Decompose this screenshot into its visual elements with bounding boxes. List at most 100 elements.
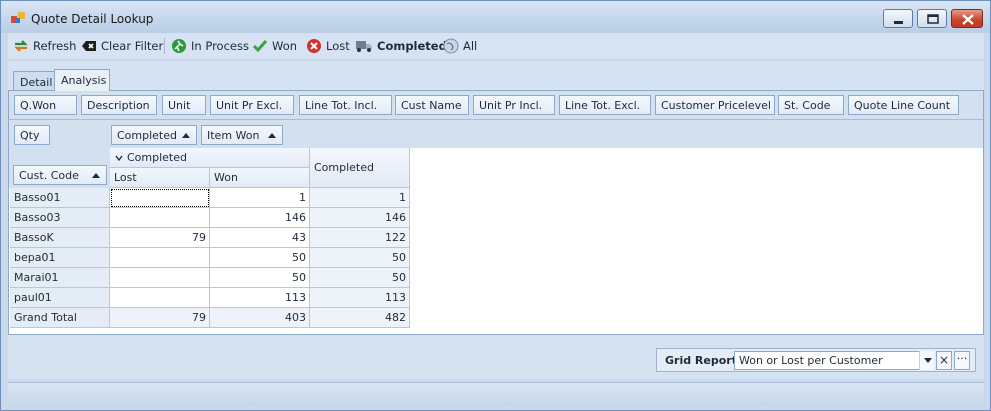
- minimize-button[interactable]: [883, 9, 913, 28]
- cell-basso01-won[interactable]: 1: [210, 188, 310, 208]
- row-header-marai01[interactable]: Marai01: [10, 268, 110, 288]
- in-process-button[interactable]: In Process: [171, 37, 249, 55]
- column-field-item-won[interactable]: Item Won: [201, 125, 283, 145]
- tab-analysis[interactable]: Analysis: [54, 69, 110, 91]
- status-bar: [8, 382, 984, 406]
- filter-field-line-tot-incl[interactable]: Line Tot. Incl.: [299, 95, 392, 115]
- refresh-label: Refresh: [33, 39, 77, 53]
- cell-grand-total-won[interactable]: 403: [210, 308, 310, 328]
- column-group-completed-label: Completed: [127, 151, 187, 164]
- cell-basso01-lost[interactable]: [110, 188, 210, 208]
- column-header-won[interactable]: Won: [210, 168, 310, 188]
- cell-paul01-won[interactable]: 113: [210, 288, 310, 308]
- tab-detail[interactable]: Detail: [13, 71, 55, 91]
- pivot-grid: Q.Won Description Unit Unit Pr Excl. Lin…: [8, 90, 984, 335]
- cell-paul01-total[interactable]: 113: [310, 288, 410, 308]
- cell-marai01-lost[interactable]: [110, 268, 210, 288]
- all-label: All: [463, 39, 478, 53]
- filter-field-customer-pricelevel[interactable]: Customer Pricelevel: [655, 95, 775, 115]
- cell-marai01-won[interactable]: 50: [210, 268, 310, 288]
- app-window: Quote Detail Lookup Refresh Clear Filter: [0, 0, 991, 411]
- all-button[interactable]: All: [443, 37, 477, 55]
- column-header-completed-total[interactable]: Completed: [310, 148, 410, 188]
- cell-bassok-total[interactable]: 122: [310, 228, 410, 248]
- in-process-icon: [172, 39, 186, 53]
- title-bar[interactable]: Quote Detail Lookup: [1, 1, 990, 33]
- toolbar: Refresh Clear Filter In Process Won Lost…: [8, 33, 984, 59]
- cell-bepa01-lost[interactable]: [110, 248, 210, 268]
- filter-area: Q.Won Description Unit Unit Pr Excl. Lin…: [9, 91, 983, 120]
- clear-filter-icon: [82, 41, 96, 51]
- filter-field-unit-pr-excl[interactable]: Unit Pr Excl.: [210, 95, 294, 115]
- filter-field-description[interactable]: Description: [81, 95, 157, 115]
- content-panel: Detail Analysis Q.Won Description Unit U…: [8, 61, 984, 379]
- clear-filter-label: Clear Filter: [101, 39, 164, 53]
- filter-field-cust-name[interactable]: Cust Name: [395, 95, 469, 115]
- column-field-completed[interactable]: Completed: [111, 125, 197, 145]
- in-process-label: In Process: [191, 39, 249, 53]
- cell-basso01-total[interactable]: 1: [310, 188, 410, 208]
- toolbar-separator: [164, 38, 165, 54]
- lost-label: Lost: [326, 39, 350, 53]
- row-header-grand-total[interactable]: Grand Total: [10, 308, 110, 328]
- filter-field-unit-pr-incl[interactable]: Unit Pr Incl.: [473, 95, 555, 115]
- refresh-icon: [14, 40, 28, 52]
- row-header-bepa01[interactable]: bepa01: [10, 248, 110, 268]
- cell-basso03-lost[interactable]: [110, 208, 210, 228]
- cell-marai01-total[interactable]: 50: [310, 268, 410, 288]
- row-header-paul01[interactable]: paul01: [10, 288, 110, 308]
- refresh-button[interactable]: Refresh: [13, 37, 76, 55]
- column-field-completed-label: Completed: [117, 129, 177, 142]
- grid-report-panel: Grid Report: Won or Lost per Customer × …: [656, 348, 976, 372]
- cell-paul01-lost[interactable]: [110, 288, 210, 308]
- ellipsis-icon: ···: [956, 352, 968, 365]
- column-header-lost[interactable]: Lost: [110, 168, 210, 188]
- column-field-item-won-label: Item Won: [207, 129, 260, 142]
- truck-icon: [356, 41, 372, 52]
- window-title: Quote Detail Lookup: [31, 12, 154, 26]
- globe-icon: [443, 38, 459, 54]
- data-field-qty[interactable]: Qty: [14, 125, 50, 145]
- checkmark-icon: [252, 40, 268, 53]
- completed-label: Completed: [377, 39, 447, 53]
- grid-report-select[interactable]: Won or Lost per Customer: [734, 351, 934, 370]
- cell-bassok-lost[interactable]: 79: [110, 228, 210, 248]
- filter-field-q-won[interactable]: Q.Won: [14, 95, 77, 115]
- cell-basso03-total[interactable]: 146: [310, 208, 410, 228]
- column-group-completed[interactable]: Completed: [110, 148, 310, 168]
- sort-ascending-icon: [92, 173, 100, 178]
- grid-report-label: Grid Report:: [665, 354, 742, 367]
- row-header-basso01[interactable]: Basso01: [10, 188, 110, 208]
- row-header-bassok[interactable]: BassoK: [10, 228, 110, 248]
- filter-field-unit[interactable]: Unit: [162, 95, 206, 115]
- cell-bassok-won[interactable]: 43: [210, 228, 310, 248]
- sort-ascending-icon: [268, 133, 276, 138]
- close-button[interactable]: [951, 9, 983, 28]
- row-field-cust-code-label: Cust. Code: [19, 169, 79, 182]
- row-field-cust-code[interactable]: Cust. Code: [13, 165, 107, 185]
- filter-field-st-code[interactable]: St. Code: [778, 95, 844, 115]
- lost-button[interactable]: Lost: [306, 37, 350, 55]
- cell-bepa01-won[interactable]: 50: [210, 248, 310, 268]
- sort-ascending-icon: [182, 133, 190, 138]
- close-icon: ×: [938, 353, 950, 367]
- clear-filter-button[interactable]: Clear Filter: [81, 37, 163, 55]
- restore-icon: [927, 14, 939, 24]
- collapse-chevron-icon: [115, 155, 123, 162]
- cell-basso03-won[interactable]: 146: [210, 208, 310, 228]
- cell-bepa01-total[interactable]: 50: [310, 248, 410, 268]
- cell-grand-total-total[interactable]: 482: [310, 308, 410, 328]
- clear-report-button[interactable]: ×: [936, 351, 952, 370]
- maximize-button[interactable]: [917, 9, 947, 28]
- filter-field-quote-line-count[interactable]: Quote Line Count: [848, 95, 959, 115]
- won-label: Won: [272, 39, 298, 53]
- completed-button[interactable]: Completed: [355, 37, 447, 55]
- chevron-down-icon[interactable]: [919, 351, 934, 370]
- cell-grand-total-lost[interactable]: 79: [110, 308, 210, 328]
- column-area: Qty Completed Item Won: [9, 120, 983, 148]
- row-header-basso03[interactable]: Basso03: [10, 208, 110, 228]
- report-options-button[interactable]: ···: [954, 351, 970, 370]
- won-button[interactable]: Won: [252, 37, 297, 55]
- filter-field-line-tot-excl[interactable]: Line Tot. Excl.: [559, 95, 651, 115]
- cancel-icon: [307, 39, 321, 53]
